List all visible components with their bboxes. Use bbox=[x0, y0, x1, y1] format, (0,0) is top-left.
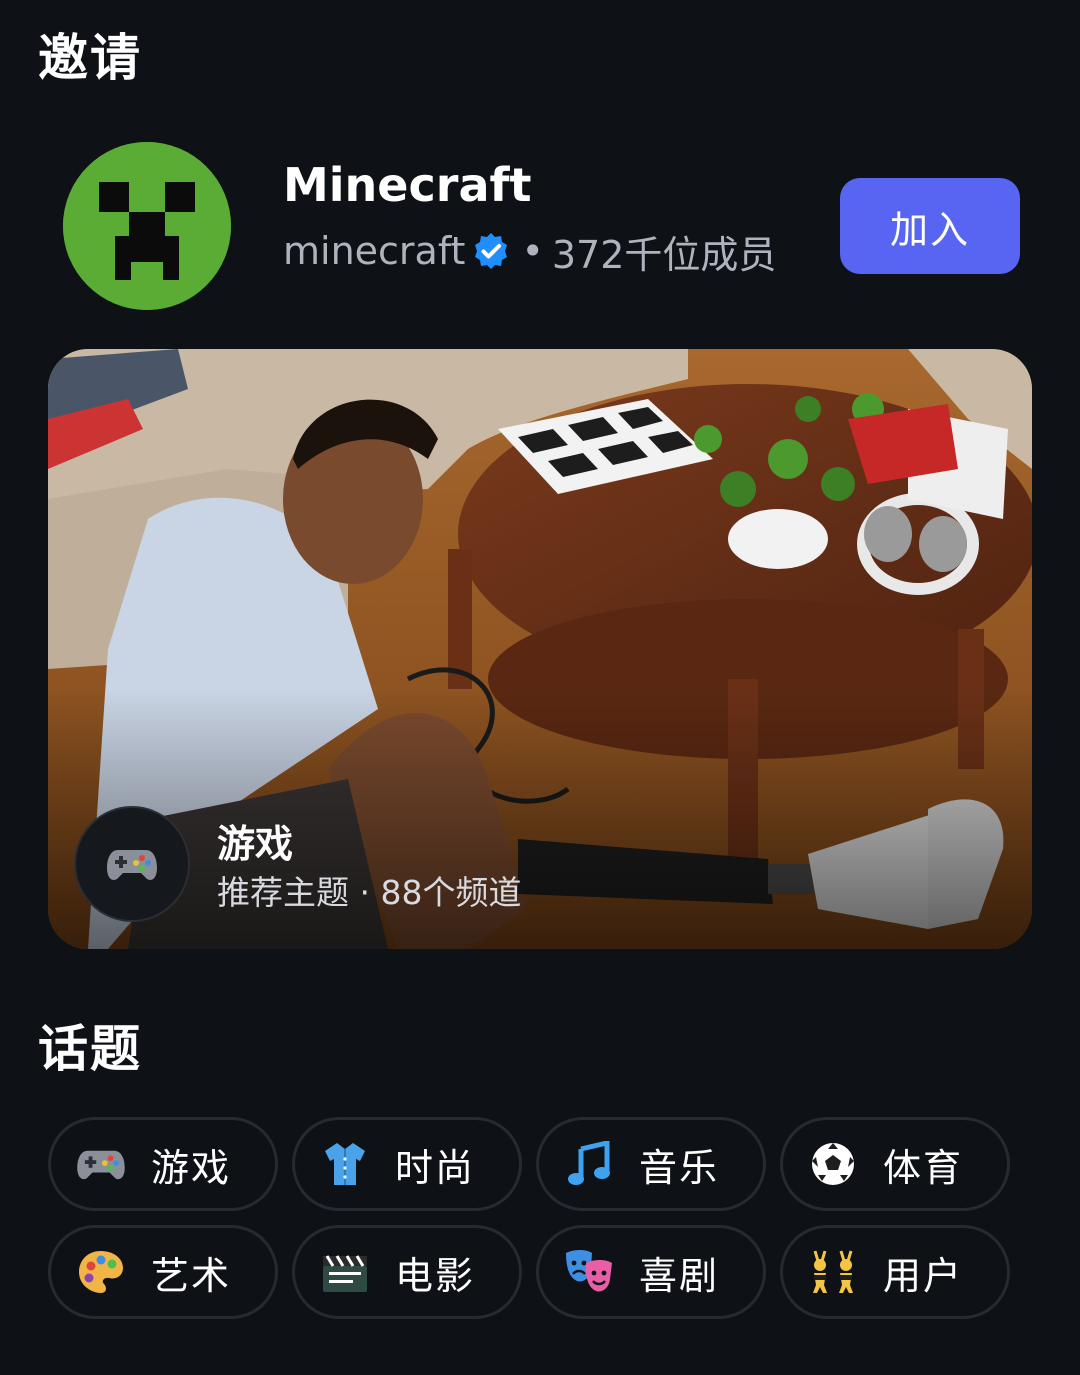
soccer-ball-icon bbox=[807, 1138, 859, 1190]
topic-chip-label: 音乐 bbox=[639, 1145, 720, 1190]
topic-chip-movies[interactable]: 电影 bbox=[292, 1225, 522, 1319]
topic-chip-comedy[interactable]: 喜剧 bbox=[536, 1225, 766, 1319]
join-button[interactable]: 加入 bbox=[840, 178, 1020, 274]
topics-section-title: 话题 bbox=[38, 1020, 142, 1078]
community-handle: minecraft bbox=[283, 229, 466, 273]
clapperboard-icon bbox=[319, 1246, 371, 1298]
topic-chip-label: 用户 bbox=[883, 1253, 964, 1298]
community-meta: minecraft • 372千位成员 bbox=[283, 224, 776, 278]
topic-chip-fashion[interactable]: 时尚 bbox=[292, 1117, 522, 1211]
topic-chip-music[interactable]: 音乐 bbox=[536, 1117, 766, 1211]
game-controller-icon bbox=[74, 806, 190, 922]
meta-separator: • bbox=[521, 229, 544, 273]
page: 邀请 Minecraft minecraft • 372千位成员 加入 游戏 推… bbox=[0, 0, 1080, 1375]
topic-chip-label: 体育 bbox=[883, 1145, 964, 1190]
invite-section-title: 邀请 bbox=[38, 29, 142, 87]
game-controller-icon bbox=[75, 1138, 127, 1190]
topic-chip-label: 时尚 bbox=[395, 1145, 476, 1190]
theater-masks-icon bbox=[563, 1246, 615, 1298]
member-count: 372千位成员 bbox=[551, 232, 777, 277]
topic-chip-users[interactable]: 用户 bbox=[780, 1225, 1010, 1319]
topic-chip-label: 电影 bbox=[395, 1253, 476, 1298]
banner-topic-title: 游戏 bbox=[217, 822, 294, 866]
topic-chip-art[interactable]: 艺术 bbox=[48, 1225, 278, 1319]
shirt-icon bbox=[319, 1138, 371, 1190]
minecraft-creeper-icon[interactable] bbox=[63, 142, 231, 310]
topic-chip-label: 喜剧 bbox=[639, 1253, 720, 1298]
people-bunny-ears-icon bbox=[807, 1246, 859, 1298]
palette-icon bbox=[75, 1246, 127, 1298]
banner-topic-subtitle: 推荐主题 · 88个频道 bbox=[217, 873, 522, 912]
banner-shade bbox=[48, 689, 1032, 949]
topic-chip-sports[interactable]: 体育 bbox=[780, 1117, 1010, 1211]
community-name[interactable]: Minecraft bbox=[283, 162, 532, 208]
music-note-icon bbox=[563, 1138, 615, 1190]
topic-chip-gaming[interactable]: 游戏 bbox=[48, 1117, 278, 1211]
topic-banner-card[interactable]: 游戏 推荐主题 · 88个频道 bbox=[48, 349, 1032, 949]
topic-chip-label: 游戏 bbox=[151, 1145, 232, 1190]
topic-chip-label: 艺术 bbox=[151, 1253, 232, 1298]
verified-badge-icon bbox=[471, 231, 511, 271]
